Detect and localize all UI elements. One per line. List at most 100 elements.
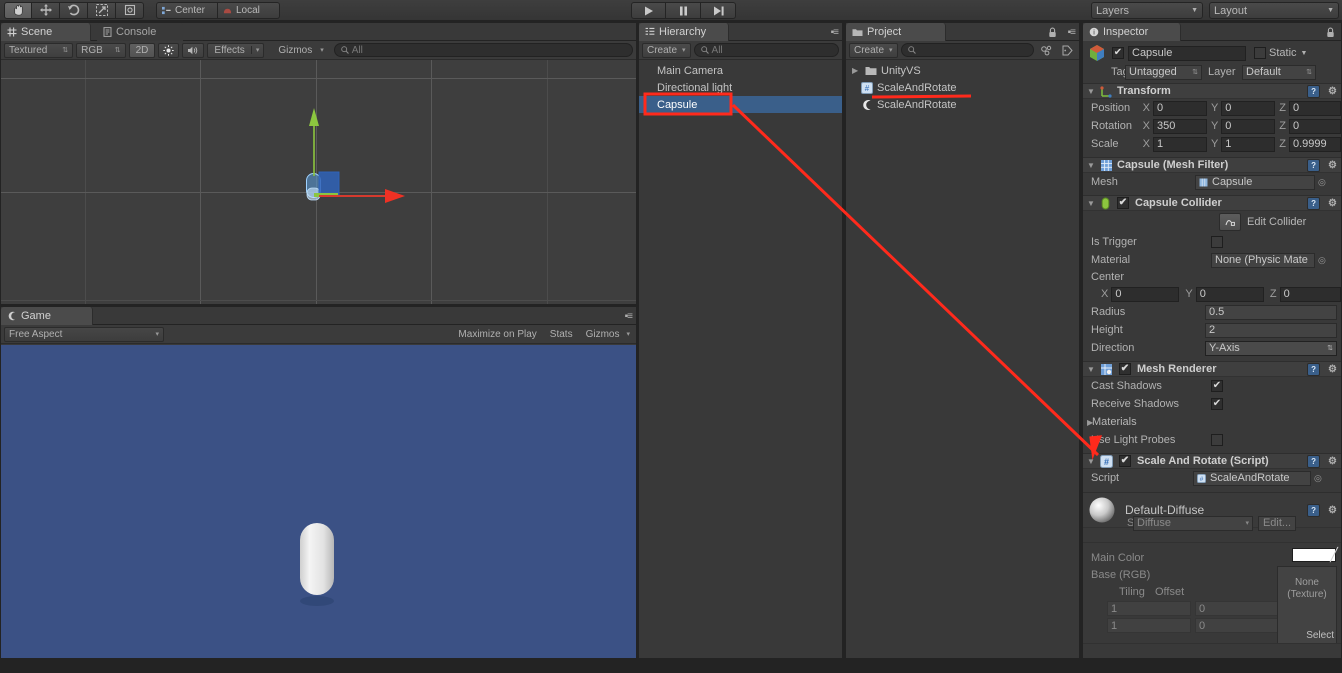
hierarchy-create-button[interactable]: Create ▾ — [642, 42, 691, 58]
chevron-down-icon[interactable]: ▼ — [1301, 50, 1308, 57]
foldout-arrow-icon[interactable]: ▼ — [1087, 365, 1096, 374]
hierarchy-panel-menu-icon[interactable]: ▪≡ — [831, 27, 839, 38]
gear-icon[interactable]: ⚙ — [1328, 160, 1337, 171]
component-header-transform[interactable]: ▼ Transform ? ⚙ — [1083, 83, 1341, 99]
collider-enabled-checkbox[interactable]: ✔ — [1117, 197, 1129, 209]
gear-icon[interactable]: ⚙ — [1328, 198, 1337, 209]
play-button[interactable] — [631, 2, 666, 19]
tab-inspector[interactable]: i Inspector — [1083, 23, 1181, 41]
rotation-x-input[interactable]: 350 — [1153, 118, 1207, 134]
object-name-input[interactable]: Capsule — [1128, 45, 1246, 61]
tiling-x-input[interactable]: 1 — [1107, 601, 1191, 616]
position-z-input[interactable]: 0 — [1288, 100, 1341, 116]
object-enabled-checkbox[interactable]: ✔ — [1112, 47, 1124, 59]
component-help-icon[interactable]: ? — [1307, 196, 1321, 210]
renderer-enabled-checkbox[interactable]: ✔ — [1119, 363, 1131, 375]
gear-icon[interactable]: ⚙ — [1328, 505, 1337, 516]
hierarchy-tree[interactable]: Main Camera Directional light Capsule — [639, 62, 842, 658]
draw-mode-dropdown[interactable]: Textured ⇅ — [4, 42, 74, 58]
step-button[interactable] — [701, 2, 736, 19]
project-search-input[interactable] — [900, 43, 1034, 57]
height-input[interactable]: 2 — [1205, 322, 1337, 338]
layers-dropdown[interactable]: Layers ▼ — [1091, 2, 1203, 19]
gear-icon[interactable]: ⚙ — [1328, 456, 1337, 467]
project-panel-menu-icon[interactable]: ▪≡ — [1068, 27, 1076, 38]
aspect-ratio-dropdown[interactable]: Free Aspect ▾ — [4, 326, 164, 342]
tab-project[interactable]: Project — [846, 23, 946, 41]
offset-x-input[interactable]: 0 — [1195, 601, 1279, 616]
color-eyedropper-icon[interactable]: ╱ — [1327, 547, 1341, 563]
gizmos-dropdown[interactable]: Gizmos ▾ — [267, 43, 328, 58]
texture-select-button[interactable]: Select — [1306, 630, 1334, 641]
cast-shadows-checkbox[interactable]: ✔ — [1211, 380, 1223, 392]
stats-button[interactable]: Stats — [545, 327, 578, 342]
static-checkbox[interactable] — [1254, 47, 1266, 59]
position-y-input[interactable]: 0 — [1221, 100, 1276, 116]
hierarchy-item-directional-light[interactable]: Directional light — [639, 79, 842, 96]
foldout-arrow-icon[interactable]: ▼ — [1087, 161, 1096, 170]
script-object-field[interactable]: # ScaleAndRotate — [1193, 470, 1311, 486]
tab-console[interactable]: Console — [97, 23, 183, 41]
tab-game[interactable]: Game — [1, 307, 93, 325]
inspector-content[interactable]: ✔ Capsule Static ▼ Tag Untagged ⇅ Layer … — [1083, 42, 1341, 658]
foldout-arrow-icon[interactable]: ▼ — [1087, 87, 1096, 96]
rect-tool-button[interactable] — [116, 1, 144, 19]
center-z-input[interactable]: 0 — [1279, 286, 1341, 302]
physic-material-field[interactable]: None (Physic Mate — [1211, 252, 1315, 268]
direction-dropdown[interactable]: Y-Axis ⇅ — [1205, 340, 1337, 356]
pause-button[interactable] — [666, 2, 701, 19]
shader-edit-button[interactable]: Edit... — [1258, 515, 1296, 531]
component-help-icon[interactable]: ? — [1307, 158, 1321, 172]
color-mode-dropdown[interactable]: RGB ⇅ — [76, 42, 126, 58]
component-help-icon[interactable]: ? — [1307, 454, 1321, 468]
component-header-mesh-renderer[interactable]: ▼ ✔ Mesh Renderer ? ⚙ — [1083, 361, 1341, 377]
scene-search-input[interactable]: All — [333, 43, 633, 57]
audio-toggle-button[interactable] — [182, 42, 205, 58]
tab-hierarchy[interactable]: Hierarchy — [639, 23, 729, 41]
inspector-lock-icon[interactable] — [1326, 27, 1335, 41]
gear-icon[interactable]: ⚙ — [1328, 364, 1337, 375]
rotation-z-input[interactable]: 0 — [1288, 118, 1341, 134]
center-x-input[interactable]: 0 — [1111, 286, 1180, 302]
object-picker-icon[interactable]: ◎ — [1315, 177, 1326, 188]
tag-dropdown[interactable]: Untagged ⇅ — [1125, 64, 1202, 80]
scene-viewport[interactable] — [1, 60, 636, 304]
lighting-toggle-button[interactable] — [158, 42, 180, 58]
position-x-input[interactable]: 0 — [1153, 100, 1207, 116]
script-enabled-checkbox[interactable]: ✔ — [1119, 455, 1131, 467]
toggle-2d-button[interactable]: 2D — [128, 42, 156, 58]
game-panel-menu-icon[interactable]: ▪≡ — [625, 311, 633, 322]
layout-dropdown[interactable]: Layout ▼ — [1209, 2, 1339, 19]
component-header-scale-and-rotate[interactable]: ▼ # ✔ Scale And Rotate (Script) ? ⚙ — [1083, 453, 1341, 469]
component-help-icon[interactable]: ? — [1307, 362, 1321, 376]
scale-z-input[interactable]: 0.9999 — [1288, 136, 1341, 152]
mesh-object-field[interactable]: Capsule — [1195, 174, 1315, 190]
use-light-probes-checkbox[interactable] — [1211, 434, 1223, 446]
move-tool-button[interactable] — [32, 1, 60, 19]
foldout-arrow-icon[interactable]: ▼ — [1087, 457, 1096, 466]
layer-dropdown[interactable]: Default ⇅ — [1242, 64, 1316, 80]
project-item-scaleandrotate-asset[interactable]: ScaleAndRotate — [846, 96, 1079, 113]
rotate-tool-button[interactable] — [60, 1, 88, 19]
project-list[interactable]: ▶ UnityVS # ScaleAndRotate ScaleAndRotat… — [846, 62, 1079, 658]
foldout-arrow-icon[interactable]: ▼ — [1087, 199, 1096, 208]
game-gizmos-dropdown[interactable]: Gizmos ▾ — [581, 327, 633, 342]
foldout-arrow-icon[interactable]: ▶ — [1083, 418, 1093, 427]
center-y-input[interactable]: 0 — [1195, 286, 1264, 302]
is-trigger-checkbox[interactable] — [1211, 236, 1223, 248]
component-header-capsule-collider[interactable]: ▼ ✔ Capsule Collider ? ⚙ — [1083, 195, 1341, 211]
receive-shadows-checkbox[interactable]: ✔ — [1211, 398, 1223, 410]
project-filter-label-button[interactable] — [1059, 43, 1076, 58]
scene-3d-view[interactable] — [1, 60, 636, 304]
hand-tool-button[interactable] — [4, 1, 32, 19]
game-view-canvas[interactable] — [1, 345, 636, 658]
radius-input[interactable]: 0.5 — [1205, 304, 1337, 320]
texture-slot[interactable]: None (Texture) Select — [1277, 566, 1337, 644]
project-item-unityvs[interactable]: ▶ UnityVS — [846, 62, 1079, 79]
gear-icon[interactable]: ⚙ — [1328, 86, 1337, 97]
chevron-right-icon[interactable]: ▶ — [852, 66, 861, 75]
tab-scene[interactable]: Scene — [1, 23, 91, 41]
maximize-on-play-button[interactable]: Maximize on Play — [453, 327, 541, 342]
effects-dropdown[interactable]: Effects ▾ — [207, 42, 265, 58]
component-help-icon[interactable]: ? — [1307, 503, 1321, 517]
